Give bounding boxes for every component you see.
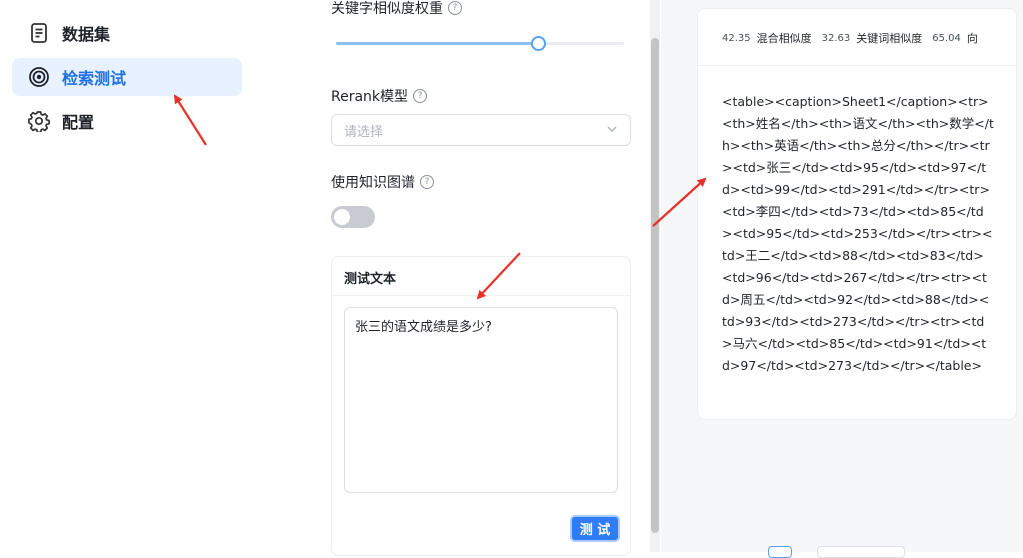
document-icon xyxy=(28,22,50,44)
result-panel: 42.35 混合相似度 32.63 关键词相似度 65.04 向 <table>… xyxy=(661,0,1023,558)
test-text-card: 测试文本 张三的语文成绩是多少? 测 试 xyxy=(331,256,631,556)
score-value: 42.35 xyxy=(722,32,751,44)
pagination-current[interactable] xyxy=(768,546,792,558)
test-button[interactable]: 测 试 xyxy=(570,515,620,542)
result-divider xyxy=(698,65,1016,66)
result-card[interactable]: 42.35 混合相似度 32.63 关键词相似度 65.04 向 <table>… xyxy=(697,8,1017,420)
keyword-weight-label: 关键字相似度权重 ? xyxy=(331,0,462,18)
card-divider xyxy=(332,295,630,296)
pagination-size-select[interactable] xyxy=(817,546,905,558)
slider-fill xyxy=(336,42,538,45)
rerank-label-text: Rerank模型 xyxy=(331,89,409,105)
score-value: 32.63 xyxy=(821,32,851,44)
clipped-header-edge xyxy=(150,0,250,3)
keyword-weight-slider[interactable] xyxy=(336,36,624,51)
help-icon[interactable]: ? xyxy=(420,175,434,189)
sidebar-item-dataset[interactable]: 数据集 xyxy=(12,14,242,52)
sidebar-item-retrieval-test[interactable]: 检索测试 xyxy=(12,58,242,96)
knowledge-graph-toggle[interactable] xyxy=(331,206,375,228)
test-text-input[interactable]: 张三的语文成绩是多少? xyxy=(344,307,618,493)
scrollbar[interactable] xyxy=(650,0,660,552)
retrieval-settings-panel: 关键字相似度权重 ? Rerank模型 ? 请选择 使用知识图谱 ? 测试文本 … xyxy=(331,0,631,556)
knowledge-graph-label: 使用知识图谱 ? xyxy=(331,172,434,192)
toggle-knob xyxy=(334,209,350,225)
sidebar-item-label: 检索测试 xyxy=(62,69,127,88)
target-icon xyxy=(28,66,50,88)
rerank-placeholder: 请选择 xyxy=(344,124,384,140)
help-icon[interactable]: ? xyxy=(413,89,428,103)
rerank-label: Rerank模型 ? xyxy=(331,86,428,106)
score-row: 42.35 混合相似度 32.63 关键词相似度 65.04 向 xyxy=(722,30,982,46)
result-content: <table><caption>Sheet1</caption><tr><th>… xyxy=(722,94,994,373)
sidebar-item-label: 数据集 xyxy=(62,25,111,44)
score-label: 混合相似度 xyxy=(756,32,812,45)
knowledge-graph-label-text: 使用知识图谱 xyxy=(331,175,415,191)
score-value: 65.04 xyxy=(932,32,961,44)
score-label: 关键词相似度 xyxy=(856,32,923,45)
score-label: 向 xyxy=(966,32,978,45)
slider-thumb[interactable] xyxy=(530,36,546,51)
rerank-model-select[interactable]: 请选择 xyxy=(331,114,631,146)
help-icon[interactable]: ? xyxy=(448,1,462,15)
scrollbar-thumb[interactable] xyxy=(651,38,659,533)
keyword-weight-label-text: 关键字相似度权重 xyxy=(331,1,443,17)
gear-icon xyxy=(28,110,50,132)
sidebar-item-config[interactable]: 配置 xyxy=(12,102,242,140)
test-text-title: 测试文本 xyxy=(344,272,397,287)
chevron-down-icon xyxy=(606,123,618,139)
sidebar: 数据集 检索测试 配置 xyxy=(0,0,260,552)
sidebar-item-label: 配置 xyxy=(62,113,95,132)
